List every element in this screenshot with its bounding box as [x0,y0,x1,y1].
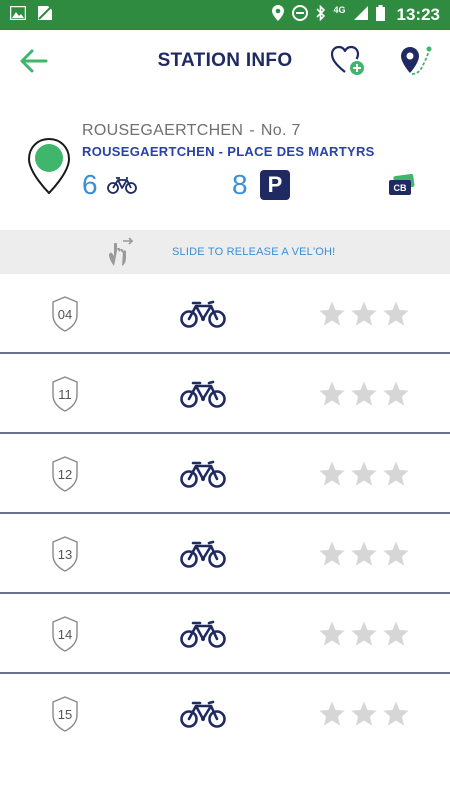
bike-icon [180,300,226,328]
bikes-available-count: 6 [82,169,98,200]
station-address: ROUSEGAERTCHEN - PLACE DES MARTYRS [82,144,375,159]
status-bar: 4G 13:23 [0,0,450,30]
star-icon[interactable] [318,620,346,648]
station-name-line: ROUSEGAERTCHEN - No. 7 [82,122,301,140]
rating-stars[interactable] [318,300,410,328]
route-pin-icon [398,46,434,83]
star-icon[interactable] [350,620,378,648]
station-card: ROUSEGAERTCHEN - No. 7 ROUSEGAERTCHEN - PL… [0,92,450,230]
rating-stars[interactable] [318,540,410,568]
star-icon[interactable] [350,380,378,408]
star-icon[interactable] [382,540,410,568]
slide-to-release-bar[interactable]: SLIDE TO RELEASE A VEL'OH! [0,230,450,274]
star-icon[interactable] [382,460,410,488]
toolbar: STATION INFO [0,30,450,92]
add-favorite-button[interactable] [330,44,366,78]
network-type: 4G [333,5,346,15]
station-separator: - [249,122,255,139]
image-icon [9,5,27,25]
bike-icon [180,380,226,408]
star-icon[interactable] [318,460,346,488]
star-icon[interactable] [350,460,378,488]
bike-row[interactable]: 12 [0,434,450,514]
favorite-add-icon [330,45,366,82]
bike-icon [180,460,226,488]
bike-row[interactable]: 11 [0,354,450,434]
rating-stars[interactable] [318,460,410,488]
star-icon[interactable] [350,540,378,568]
stand-number: 13 [57,547,73,562]
back-button[interactable] [18,46,50,76]
bike-row[interactable]: 15 [0,674,450,754]
bike-icon [180,700,226,728]
bike-list: 04 11 12 13 14 15 [0,274,450,754]
station-pin-icon [26,137,72,197]
star-icon[interactable] [318,380,346,408]
route-button[interactable] [398,43,434,79]
star-icon[interactable] [382,620,410,648]
bike-icon [107,176,137,194]
slide-instruction: SLIDE TO RELEASE A VEL'OH! [172,246,336,258]
station-name: ROUSEGAERTCHEN [82,122,244,139]
rating-stars[interactable] [318,700,410,728]
bike-row[interactable]: 04 [0,274,450,354]
dnd-icon [291,4,308,26]
stand-number: 11 [58,387,72,402]
signal-icon [353,5,368,25]
star-icon[interactable] [350,700,378,728]
star-icon[interactable] [318,540,346,568]
parking-available-count: 8 [232,169,248,200]
star-icon[interactable] [382,300,410,328]
star-icon[interactable] [382,380,410,408]
bike-row[interactable]: 13 [0,514,450,594]
stand-number: 14 [57,627,73,642]
location-icon [271,4,284,26]
star-icon[interactable] [318,300,346,328]
parking-icon: P [260,170,290,200]
rating-stars[interactable] [318,620,410,648]
star-icon[interactable] [382,700,410,728]
star-icon[interactable] [318,700,346,728]
stand-number: 15 [57,707,73,722]
back-arrow-icon [18,49,50,80]
star-icon[interactable] [350,300,378,328]
clock: 13:23 [396,5,440,24]
page-title: STATION INFO [157,50,293,71]
stand-number: 04 [57,307,73,322]
station-number: No. 7 [260,122,301,139]
bike-icon [180,620,226,648]
bluetooth-icon [315,4,326,26]
stand-number: 12 [57,467,73,482]
bike-row[interactable]: 14 [0,594,450,674]
payment-badge: CB [394,183,407,193]
swipe-hand-icon [105,236,135,268]
no-sim-icon [36,5,54,26]
credit-card-icon: CB [388,173,416,196]
bike-icon [180,540,226,568]
battery-icon [375,4,385,26]
rating-stars[interactable] [318,380,410,408]
